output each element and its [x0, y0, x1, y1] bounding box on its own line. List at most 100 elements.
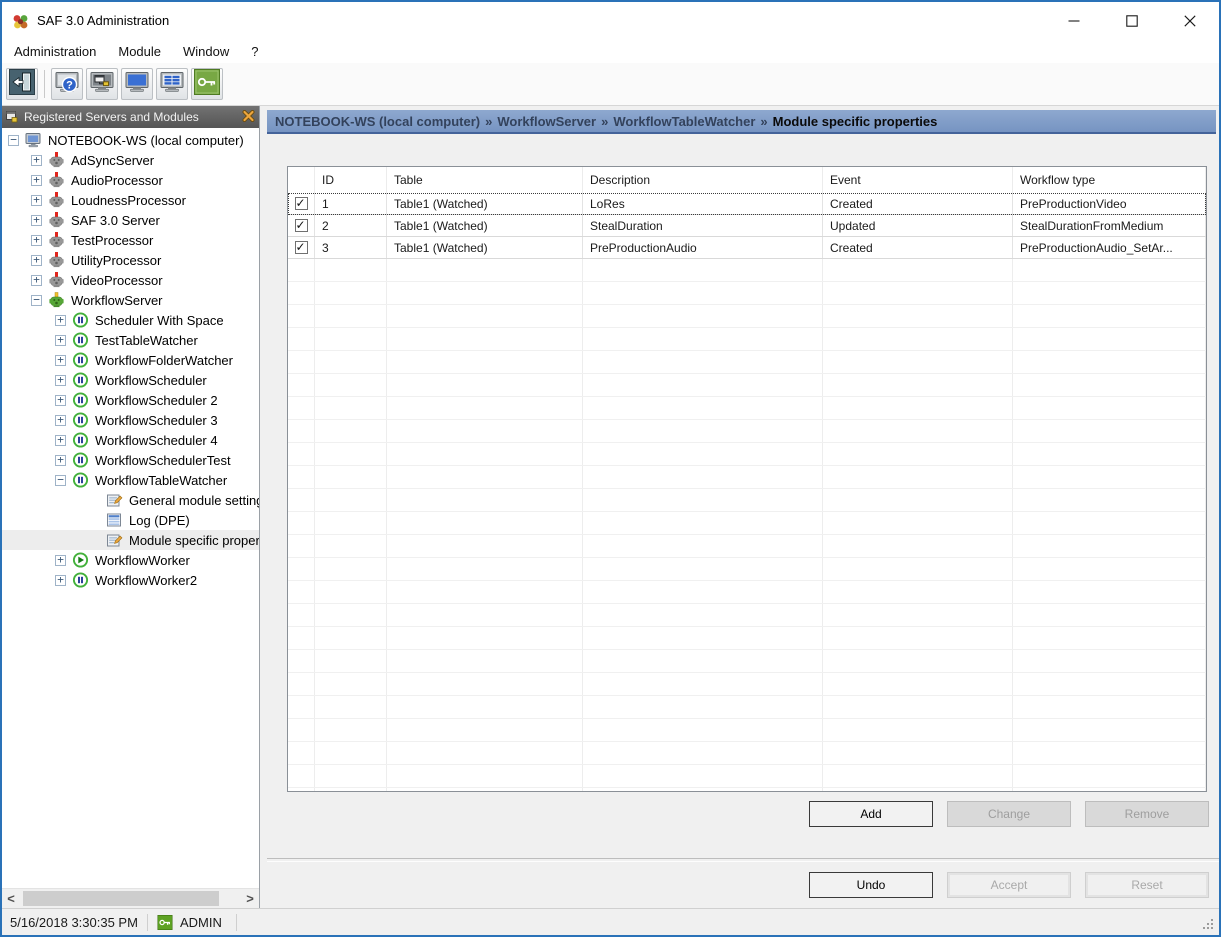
empty-cell [583, 420, 823, 442]
tree-node[interactable]: + TestTableWatcher [2, 330, 259, 350]
tree-node[interactable]: General module settings [2, 490, 259, 510]
expand-toggle-icon[interactable]: + [31, 175, 42, 186]
row-checkbox[interactable] [295, 241, 308, 254]
column-header-id[interactable]: ID [315, 167, 387, 193]
screen-button[interactable] [121, 68, 153, 100]
table-row[interactable]: 1 Table1 (Watched) LoRes Created PreProd… [288, 193, 1206, 215]
panel-splitter[interactable] [260, 106, 267, 908]
tree-node-label: General module settings [129, 493, 259, 508]
tree-node-label: WorkflowServer [71, 293, 163, 308]
tree-node[interactable]: + WorkflowFolderWatcher [2, 350, 259, 370]
empty-cell [315, 466, 387, 488]
expand-toggle-icon[interactable]: + [55, 455, 66, 466]
column-header-event[interactable]: Event [823, 167, 1013, 193]
empty-cell [823, 742, 1013, 764]
log-list-button[interactable] [156, 68, 188, 100]
expand-toggle-icon[interactable]: + [55, 355, 66, 366]
tree-node[interactable]: − WorkflowServer [2, 290, 259, 310]
tree-node[interactable]: + Scheduler With Space [2, 310, 259, 330]
undo-button[interactable]: Undo [809, 872, 933, 898]
table-row[interactable]: 3 Table1 (Watched) PreProductionAudio Cr… [288, 237, 1206, 259]
tree-node[interactable]: + UtilityProcessor [2, 250, 259, 270]
tree-node[interactable]: + SAF 3.0 Server [2, 210, 259, 230]
empty-cell [1013, 351, 1206, 373]
close-button[interactable] [1161, 2, 1219, 40]
table-empty-row [288, 282, 1206, 305]
tree-node[interactable]: + WorkflowScheduler 4 [2, 430, 259, 450]
expand-toggle-icon[interactable]: − [55, 475, 66, 486]
empty-cell [823, 420, 1013, 442]
status-bar: 5/16/2018 3:30:35 PM ADMIN [2, 908, 1219, 935]
tree-node[interactable]: + AudioProcessor [2, 170, 259, 190]
empty-cell [583, 788, 823, 792]
expand-toggle-icon[interactable]: + [55, 415, 66, 426]
tree-node[interactable]: + AdSyncServer [2, 150, 259, 170]
tree-node[interactable]: + WorkflowScheduler 2 [2, 390, 259, 410]
maximize-button[interactable] [1103, 2, 1161, 40]
tree-node[interactable]: Module specific properties [2, 530, 259, 550]
access-key-button[interactable] [191, 68, 223, 100]
close-panel-button[interactable] [241, 110, 255, 124]
expand-toggle-icon[interactable]: + [31, 275, 42, 286]
empty-cell [1013, 673, 1206, 695]
title-bar[interactable]: SAF 3.0 Administration [2, 2, 1219, 40]
scrollbar-thumb[interactable] [23, 891, 219, 906]
expand-toggle-icon[interactable]: + [55, 575, 66, 586]
empty-cell [583, 443, 823, 465]
resize-grip[interactable] [1201, 917, 1215, 931]
tree-node[interactable]: + WorkflowWorker [2, 550, 259, 570]
tree-node[interactable]: + WorkflowScheduler 3 [2, 410, 259, 430]
menu-help[interactable]: ? [241, 42, 268, 61]
empty-cell [1013, 512, 1206, 534]
settings-icon [106, 492, 123, 508]
tree-node[interactable]: + WorkflowScheduler [2, 370, 259, 390]
registered-modules-button[interactable] [86, 68, 118, 100]
menu-administration[interactable]: Administration [4, 42, 106, 61]
minimize-button[interactable] [1045, 2, 1103, 40]
expand-toggle-icon[interactable]: + [55, 435, 66, 446]
tree-horizontal-scrollbar[interactable]: < > [2, 888, 259, 908]
expand-toggle-icon[interactable]: + [55, 555, 66, 566]
tree-node[interactable]: Log (DPE) [2, 510, 259, 530]
tree-node[interactable]: + WorkflowSchedulerTest [2, 450, 259, 470]
expand-toggle-icon[interactable]: + [55, 375, 66, 386]
expand-toggle-icon[interactable]: − [8, 135, 19, 146]
expand-toggle-icon[interactable]: + [55, 395, 66, 406]
play-icon [72, 552, 89, 568]
expand-toggle-icon[interactable]: + [31, 215, 42, 226]
empty-cell [583, 627, 823, 649]
add-button[interactable]: Add [809, 801, 933, 827]
empty-cell [387, 535, 583, 557]
expand-toggle-icon[interactable]: + [55, 315, 66, 326]
tree-node[interactable]: − WorkflowTableWatcher [2, 470, 259, 490]
tree-node[interactable]: + TestProcessor [2, 230, 259, 250]
pause-icon [72, 452, 89, 468]
expand-toggle-icon[interactable]: + [31, 155, 42, 166]
expand-toggle-icon[interactable]: + [31, 195, 42, 206]
tree-node[interactable]: + LoudnessProcessor [2, 190, 259, 210]
column-header-description[interactable]: Description [583, 167, 823, 193]
scroll-left-icon[interactable]: < [2, 889, 20, 908]
empty-cell [1013, 259, 1206, 281]
column-header-table[interactable]: Table [387, 167, 583, 193]
expand-toggle-icon[interactable]: + [31, 235, 42, 246]
menu-window[interactable]: Window [173, 42, 239, 61]
tree-node[interactable]: + WorkflowWorker2 [2, 570, 259, 590]
expand-toggle-icon[interactable]: − [31, 295, 42, 306]
exit-button[interactable] [6, 68, 38, 100]
tree-node[interactable]: + VideoProcessor [2, 270, 259, 290]
scroll-right-icon[interactable]: > [241, 889, 259, 908]
empty-cell [288, 259, 315, 281]
table-row[interactable]: 2 Table1 (Watched) StealDuration Updated… [288, 215, 1206, 237]
tree-node[interactable]: − NOTEBOOK-WS (local computer) [2, 130, 259, 150]
expand-toggle-icon[interactable]: + [55, 335, 66, 346]
column-header-workflow-type[interactable]: Workflow type [1013, 167, 1206, 193]
server-red-icon [48, 272, 65, 288]
cell-id: 1 [315, 193, 387, 214]
menu-module[interactable]: Module [108, 42, 171, 61]
row-checkbox[interactable] [295, 219, 308, 232]
help-button[interactable]: ? [51, 68, 83, 100]
expand-toggle-icon[interactable]: + [31, 255, 42, 266]
computer-icon [25, 132, 42, 148]
row-checkbox[interactable] [295, 197, 308, 210]
